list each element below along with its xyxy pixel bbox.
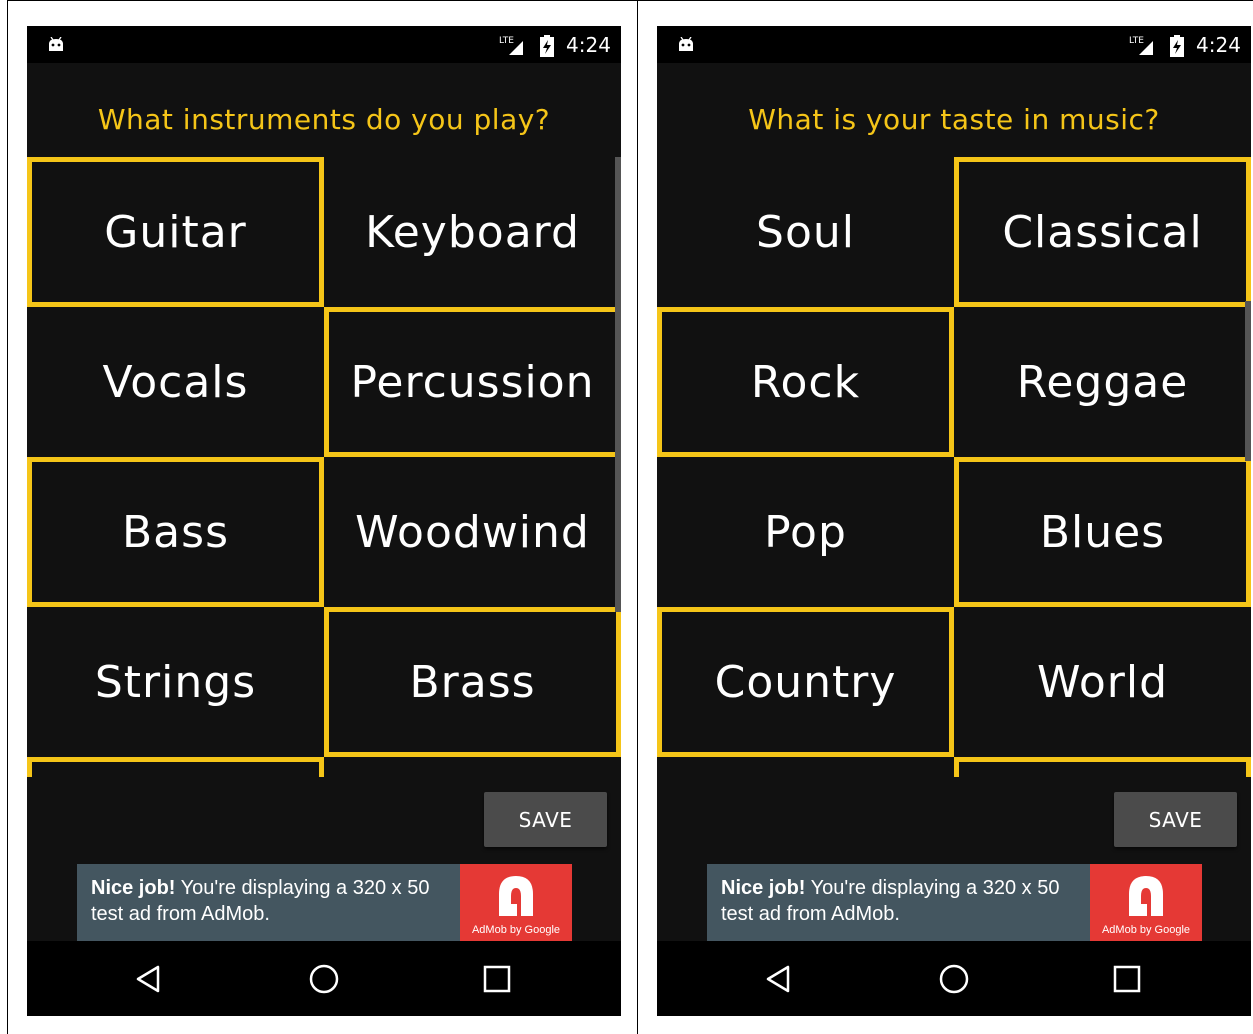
ad-text: Nice job! You're displaying a 320 x 50 t… [721, 875, 1086, 927]
home-icon[interactable] [304, 959, 344, 999]
phone-screen-instruments: LTE 4:24 What instruments do you play? G… [27, 26, 621, 1016]
tile-label: Soul [756, 206, 855, 258]
lte-signal-icon: LTE [1129, 36, 1153, 55]
tile-label [959, 762, 1246, 777]
tile-partial[interactable] [27, 757, 324, 777]
ad-text-bold: Nice job! [91, 877, 176, 899]
tile-vocals[interactable]: Vocals [27, 307, 324, 457]
tile-label [657, 757, 954, 777]
admob-icon [499, 876, 533, 916]
tile-pop[interactable]: Pop [657, 457, 954, 607]
tile-reggae[interactable]: Reggae [954, 307, 1251, 457]
ad-text: Nice job! You're displaying a 320 x 50 t… [91, 875, 456, 927]
clock: 4:24 [1196, 33, 1241, 57]
tile-label [324, 757, 621, 777]
tile-label: Classical [1002, 206, 1203, 258]
status-bar: LTE 4:24 [657, 26, 1251, 63]
back-icon[interactable] [130, 959, 170, 999]
genre-grid: Soul Classical Rock Reggae Pop Blues Cou… [657, 157, 1251, 777]
tile-rock[interactable]: Rock [657, 307, 954, 457]
tile-country[interactable]: Country [657, 607, 954, 757]
tile-soul[interactable]: Soul [657, 157, 954, 307]
scrollbar[interactable] [615, 157, 621, 612]
scrollbar[interactable] [1245, 301, 1251, 461]
tile-partial[interactable] [324, 757, 621, 777]
tile-label: Strings [94, 656, 257, 708]
phone-screen-music-taste: LTE 4:24 What is your taste in music? So… [657, 26, 1251, 1016]
ad-text-bold: Nice job! [721, 877, 806, 899]
tile-label: Bass [122, 506, 229, 558]
tile-label: World [1036, 656, 1169, 708]
ad-banner[interactable]: Nice job! You're displaying a 320 x 50 t… [707, 864, 1202, 941]
tile-label: Keyboard [365, 206, 580, 258]
ad-logo-text: AdMob by Google [1101, 924, 1191, 936]
tile-bass[interactable]: Bass [27, 457, 324, 607]
svg-text:LTE: LTE [499, 36, 514, 46]
tile-partial[interactable] [657, 757, 954, 777]
tile-label: Country [714, 656, 897, 708]
svg-text:LTE: LTE [1129, 36, 1144, 46]
battery-icon [1170, 35, 1184, 57]
recents-icon[interactable] [1107, 959, 1147, 999]
admob-icon [1129, 876, 1163, 916]
instrument-grid: Guitar Keyboard Vocals Percussion Bass W… [27, 157, 621, 777]
frame-divider [637, 0, 638, 1034]
tile-label: Brass [409, 656, 536, 708]
tile-label: Guitar [104, 206, 247, 258]
save-button[interactable]: SAVE [1114, 792, 1237, 847]
ad-logo-text: AdMob by Google [471, 924, 561, 936]
lte-signal-icon: LTE [499, 36, 523, 55]
tile-woodwind[interactable]: Woodwind [324, 457, 621, 607]
save-button[interactable]: SAVE [484, 792, 607, 847]
tile-keyboard[interactable]: Keyboard [324, 157, 621, 307]
android-icon [49, 37, 63, 51]
tile-label [32, 762, 319, 777]
tile-percussion[interactable]: Percussion [324, 307, 621, 457]
frame-border-top [7, 0, 1253, 1]
tile-label: Percussion [350, 356, 595, 408]
clock: 4:24 [566, 33, 611, 57]
tile-classical[interactable]: Classical [954, 157, 1251, 307]
recents-icon[interactable] [477, 959, 517, 999]
admob-logo: AdMob by Google [460, 864, 572, 941]
question-heading: What is your taste in music? [748, 103, 1160, 136]
question-heading: What instruments do you play? [97, 103, 551, 136]
tile-label: Rock [750, 356, 861, 408]
tile-label: Pop [764, 506, 847, 558]
tile-partial[interactable] [954, 757, 1251, 777]
ad-banner[interactable]: Nice job! You're displaying a 320 x 50 t… [77, 864, 572, 941]
android-icon [679, 37, 693, 51]
tile-strings[interactable]: Strings [27, 607, 324, 757]
frame-border-left [7, 0, 8, 1034]
tile-label: Blues [1039, 506, 1166, 558]
tile-label: Vocals [102, 356, 249, 408]
status-bar: LTE 4:24 [27, 26, 621, 63]
back-icon[interactable] [760, 959, 800, 999]
tile-label: Reggae [1016, 356, 1189, 408]
home-icon[interactable] [934, 959, 974, 999]
tile-brass[interactable]: Brass [324, 607, 621, 757]
tile-world[interactable]: World [954, 607, 1251, 757]
battery-icon [540, 35, 554, 57]
tile-guitar[interactable]: Guitar [27, 157, 324, 307]
tile-blues[interactable]: Blues [954, 457, 1251, 607]
nav-bar [657, 941, 1251, 1016]
admob-logo: AdMob by Google [1090, 864, 1202, 941]
nav-bar [27, 941, 621, 1016]
tile-label: Woodwind [355, 506, 590, 558]
